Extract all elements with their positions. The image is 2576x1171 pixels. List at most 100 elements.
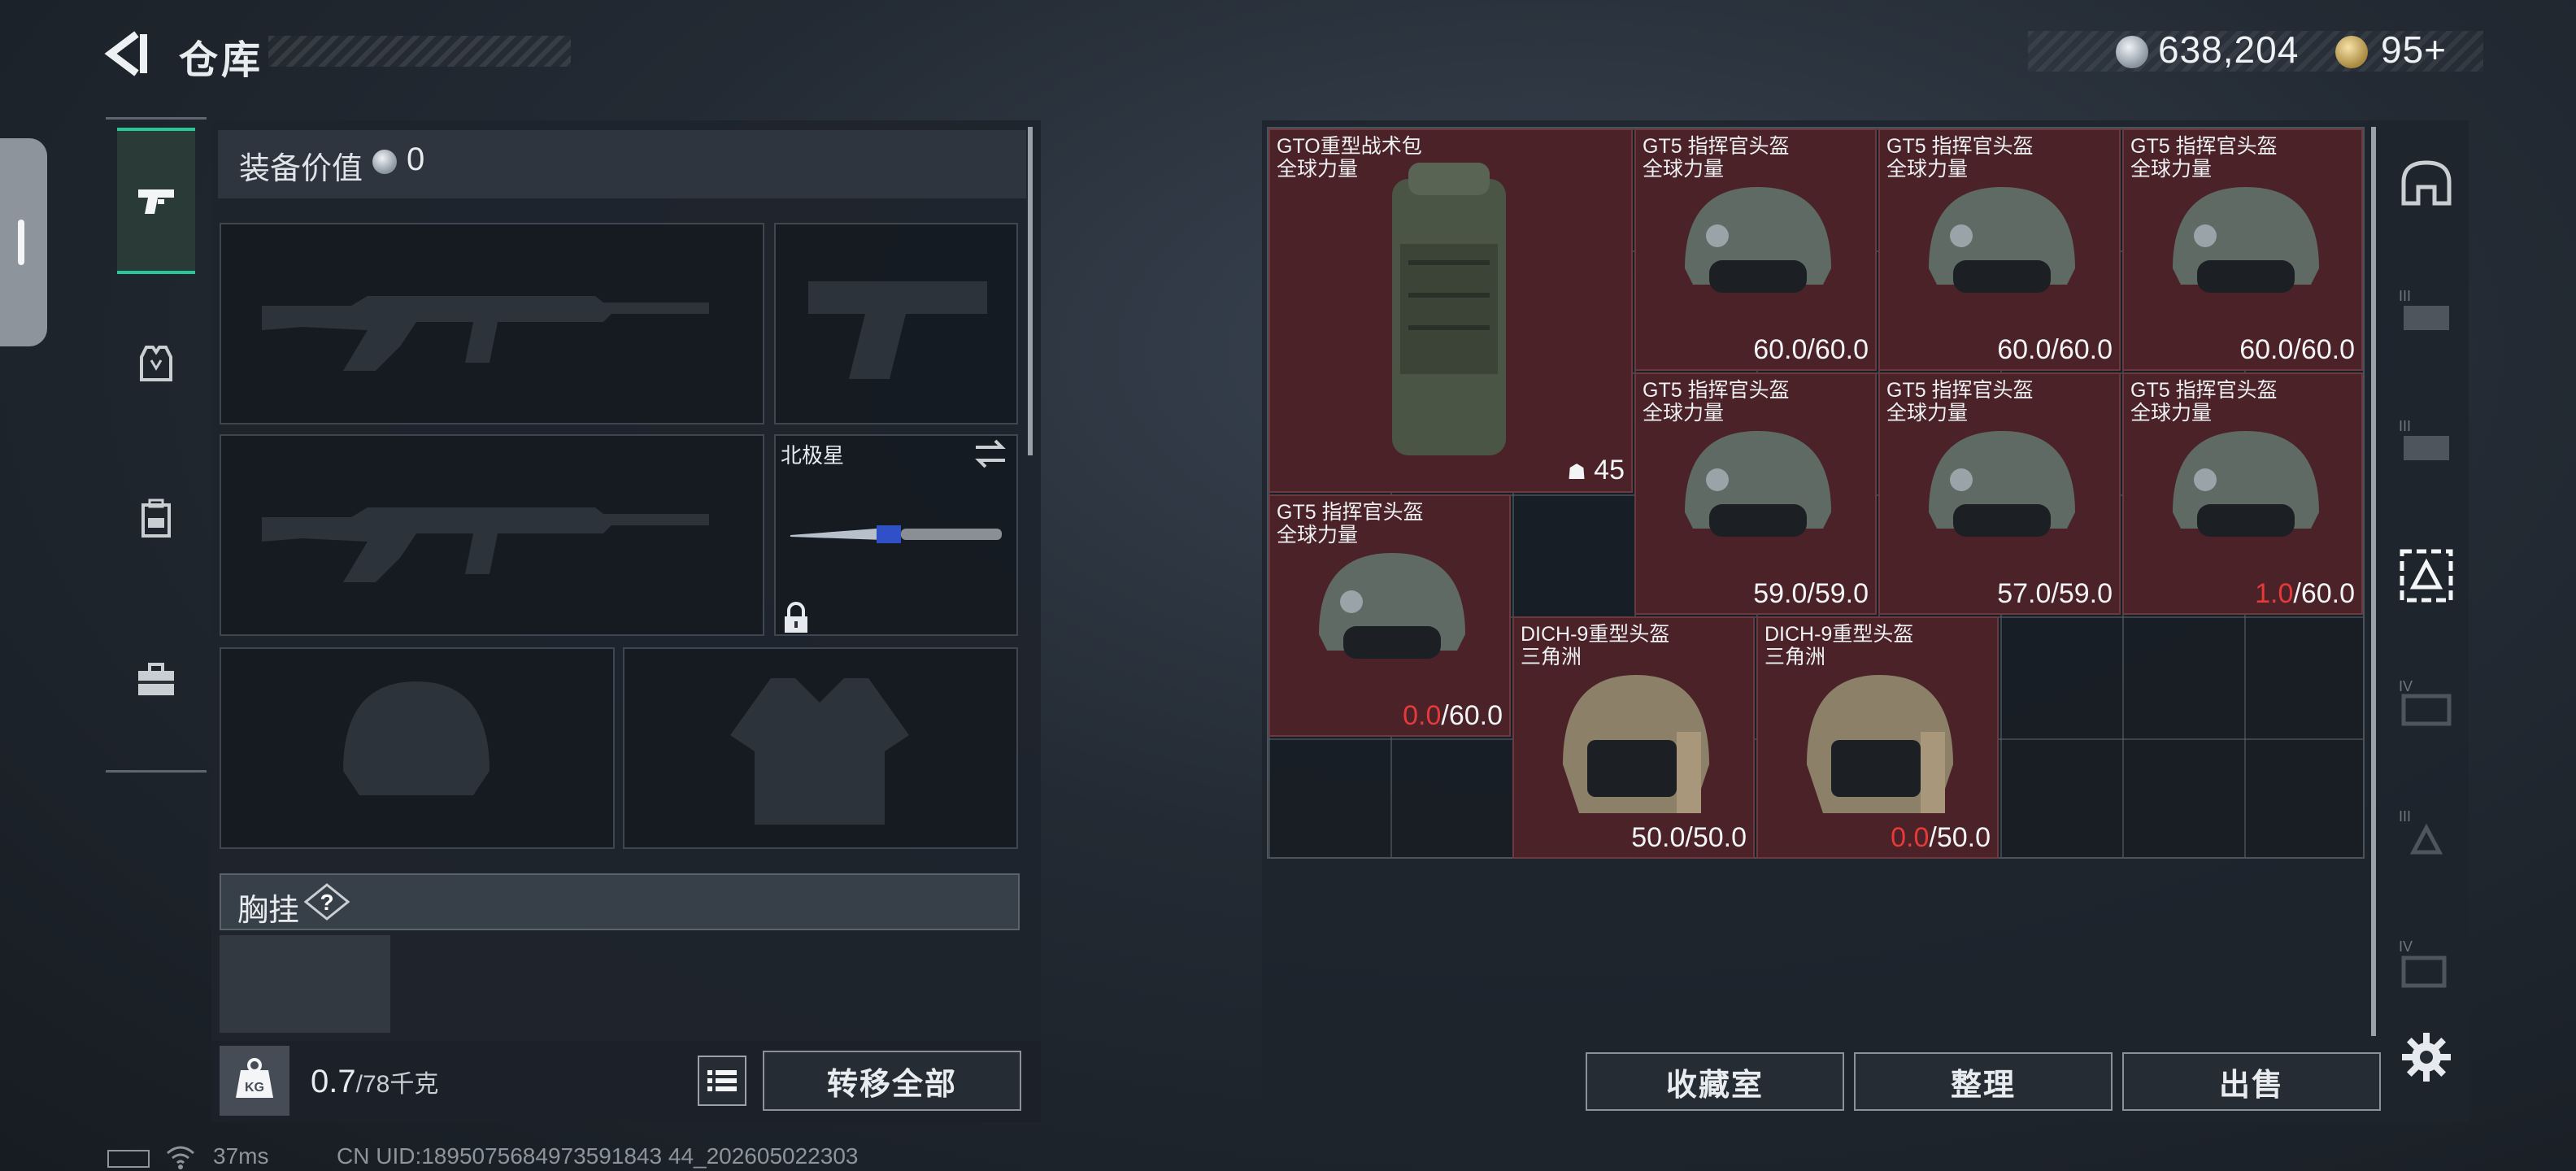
chest-rig-label: 胸挂 <box>237 894 300 928</box>
capacity-icon: ☗ <box>1567 459 1586 484</box>
user-uid: CN UID:1895075684973591843 44_2026050223… <box>337 1143 859 1169</box>
silver-coin-icon <box>2116 36 2148 68</box>
gold-currency-value[interactable]: 95+ <box>2381 28 2447 72</box>
pistol-silhouette-icon <box>808 281 987 379</box>
category-case[interactable] <box>117 607 195 754</box>
backpack-icon <box>141 498 171 538</box>
warehouse-item-helmet[interactable]: GT5 指挥官头盔 全球力量 60.0/60.0 <box>1634 128 1877 371</box>
svg-text:IV: IV <box>2399 678 2413 694</box>
heavy-helmet-image <box>1807 675 1953 813</box>
warehouse-scrollbar[interactable] <box>2371 127 2376 1036</box>
helmet-silhouette-icon <box>343 681 490 795</box>
item-durability: 60.0/60.0 <box>2239 334 2355 365</box>
side-drawer-handle[interactable] <box>0 138 47 346</box>
svg-text:III: III <box>2399 288 2411 304</box>
filter-helmet-icon[interactable] <box>2395 155 2457 216</box>
filter-equipment-icon[interactable] <box>2395 545 2457 607</box>
battery-icon <box>107 1150 150 1168</box>
weight-current: 0.7 <box>311 1064 356 1099</box>
item-durability: 1.0/60.0 <box>2255 578 2355 609</box>
item-durability: 59.0/59.0 <box>1753 578 1869 609</box>
silver-coin-icon <box>372 150 397 174</box>
equipment-scrollbar[interactable] <box>1028 127 1033 455</box>
equipment-category-column <box>106 117 207 773</box>
armor-silhouette-icon <box>730 678 909 825</box>
helmet-slot[interactable] <box>220 647 615 849</box>
item-durability: 0.0/60.0 <box>1403 700 1503 731</box>
filter-tier-iv-icon[interactable]: IV <box>2395 935 2457 997</box>
filter-tier-iv-icon[interactable]: IV <box>2395 675 2457 737</box>
chest-rig-slot[interactable] <box>220 935 390 1033</box>
gold-coin-icon <box>2335 36 2368 68</box>
title-stripe-decoration <box>268 36 571 67</box>
weight-icon: KG <box>236 1058 273 1098</box>
helmet-image <box>1319 553 1465 659</box>
category-weapons[interactable] <box>117 128 195 274</box>
helmet-image <box>1685 187 1831 293</box>
warehouse-item-helmet[interactable]: GT5 指挥官头盔 全球力量 60.0/60.0 <box>1878 128 2121 371</box>
helmet-image <box>2173 431 2319 537</box>
svg-text:?: ? <box>320 890 333 915</box>
knife-icon <box>790 525 1002 543</box>
sort-button[interactable]: 整理 <box>1854 1052 2113 1111</box>
silver-currency-value: 638,204 <box>2158 28 2300 71</box>
warehouse-item-helmet[interactable]: GT5 指挥官头盔 全球力量 60.0/60.0 <box>2122 128 2363 371</box>
wifi-icon <box>167 1146 194 1169</box>
swap-icon[interactable] <box>973 437 1008 470</box>
ping-readout: 37ms <box>213 1143 269 1169</box>
briefcase-icon <box>138 663 174 695</box>
warehouse-item-helmet[interactable]: GT5 指挥官头盔 全球力量 0.0/60.0 <box>1268 494 1511 737</box>
collection-room-button[interactable]: 收藏室 <box>1586 1052 1844 1111</box>
lock-icon <box>785 602 807 633</box>
helmet-image <box>1685 431 1831 537</box>
rifle-silhouette-icon <box>262 296 709 371</box>
pistol-icon <box>138 189 174 214</box>
equipment-value: 0 <box>407 141 425 177</box>
item-durability: 50.0/50.0 <box>1631 822 1747 853</box>
svg-text:III: III <box>2399 808 2411 825</box>
warehouse-item-heavy-helmet[interactable]: DICH-9重型头盔 三角洲 0.0/50.0 <box>1756 616 1999 859</box>
heavy-helmet-image <box>1563 675 1709 813</box>
pistol-slot[interactable] <box>774 223 1018 424</box>
item-durability: 60.0/60.0 <box>1753 334 1869 365</box>
transfer-all-button[interactable]: 转移全部 <box>763 1051 1021 1111</box>
helmet-image <box>1929 431 2075 537</box>
list-icon <box>707 1070 737 1091</box>
armor-vest-icon <box>140 346 172 381</box>
melee-item-name: 北极星 <box>781 443 845 468</box>
rifle-silhouette-icon <box>262 507 709 582</box>
body-armor-slot[interactable] <box>623 647 1018 849</box>
weight-icon-box: KG <box>220 1046 289 1116</box>
secondary-weapon-slot[interactable] <box>220 434 764 636</box>
weight-readout: 0.7/78千克 <box>311 1064 438 1100</box>
svg-text:III: III <box>2399 418 2411 434</box>
warehouse-item-backpack[interactable]: GTO重型战术包 全球力量 ☗ 45 <box>1268 128 1633 493</box>
settings-gear-icon[interactable] <box>2400 1031 2452 1083</box>
backpack-capacity-value: 45 <box>1594 455 1625 485</box>
list-view-button[interactable] <box>698 1056 746 1106</box>
warehouse-item-helmet[interactable]: GT5 指挥官头盔 全球力量 59.0/59.0 <box>1634 372 1877 615</box>
sell-button[interactable]: 出售 <box>2122 1052 2381 1111</box>
svg-text:KG: KG <box>245 1081 264 1095</box>
item-durability: 60.0/60.0 <box>1997 334 2113 365</box>
warehouse-item-heavy-helmet[interactable]: DICH-9重型头盔 三角洲 50.0/50.0 <box>1512 616 1755 859</box>
primary-weapon-slot[interactable] <box>220 223 764 424</box>
category-backpack[interactable] <box>117 445 195 591</box>
weight-capacity: /78千克 <box>355 1071 439 1098</box>
filter-tier-iii-icon[interactable]: III <box>2395 415 2457 477</box>
item-durability: 0.0/50.0 <box>1891 822 1991 853</box>
help-icon[interactable]: ? <box>304 883 350 921</box>
category-armor[interactable] <box>117 290 195 437</box>
filter-tier-iii-icon[interactable]: III <box>2395 285 2457 346</box>
helmet-image <box>2173 187 2319 293</box>
filter-tier-iii-icon[interactable]: III <box>2395 805 2457 867</box>
warehouse-filter-column: III III IV III IV <box>2395 138 2457 1000</box>
helmet-image <box>1929 187 2075 293</box>
svg-text:IV: IV <box>2399 938 2413 955</box>
warehouse-item-helmet[interactable]: GT5 指挥官头盔 全球力量 57.0/59.0 <box>1878 372 2121 615</box>
equipment-value-label: 装备价值 <box>239 152 363 186</box>
back-arrow-icon[interactable] <box>104 29 153 78</box>
backpack-capacity: ☗ 45 <box>1567 455 1625 486</box>
item-durability: 57.0/59.0 <box>1997 578 2113 609</box>
warehouse-item-helmet[interactable]: GT5 指挥官头盔 全球力量 1.0/60.0 <box>2122 372 2363 615</box>
